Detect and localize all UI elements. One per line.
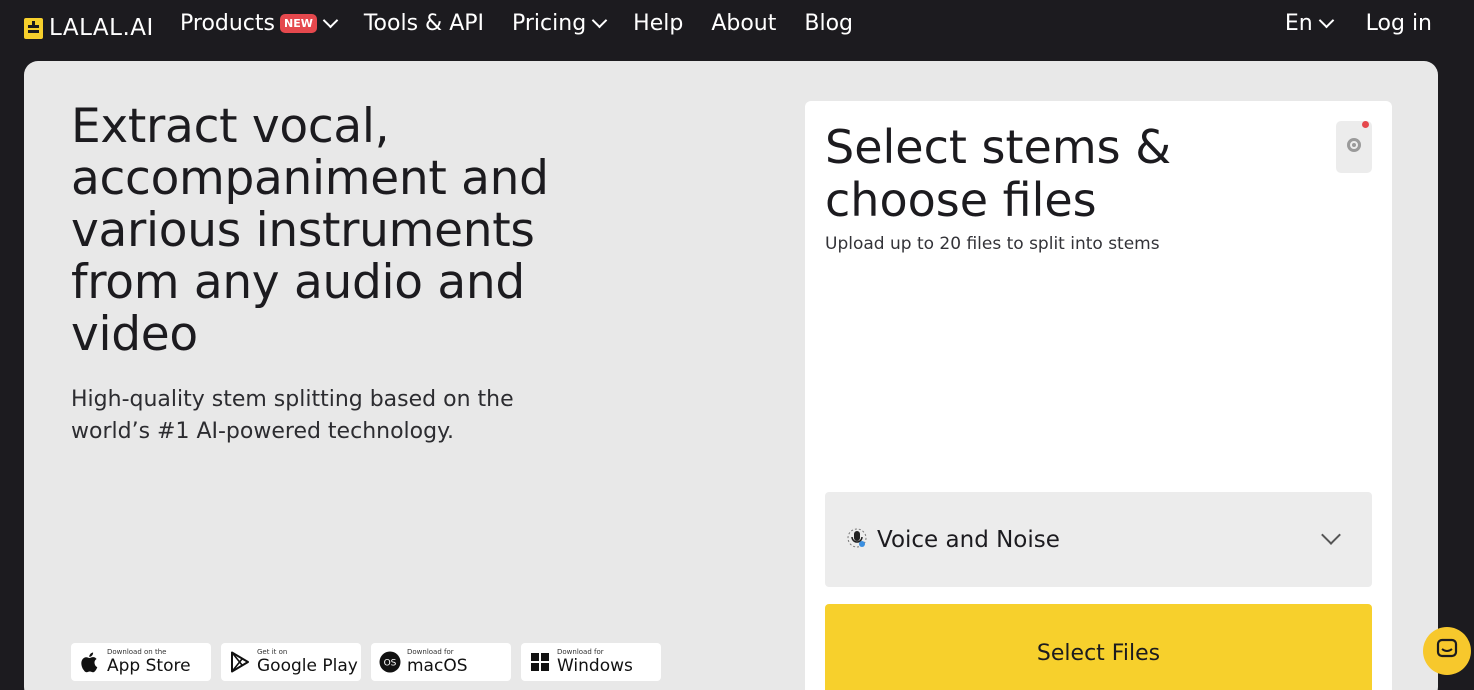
logo-text: LALAL.AI <box>49 15 154 41</box>
settings-button[interactable] <box>1336 121 1372 173</box>
store-small-text: Get it on <box>257 648 288 656</box>
select-files-button[interactable]: Select Files <box>825 604 1372 690</box>
chevron-down-icon <box>1318 12 1334 29</box>
nav-pricing-label: Pricing <box>512 11 587 36</box>
stem-select-label: Voice and Noise <box>877 526 1060 553</box>
store-big-text: Windows <box>557 656 633 676</box>
store-badges: Download on the App Store Get it on Goog… <box>71 643 661 681</box>
store-big-text: Google Play <box>257 656 358 676</box>
store-big-text: App Store <box>107 656 191 676</box>
store-small-text: Download on the <box>107 648 167 656</box>
windows-icon <box>529 651 551 673</box>
notification-dot <box>1362 121 1369 128</box>
store-big-text: macOS <box>407 656 468 676</box>
google-play-icon <box>229 651 251 673</box>
store-small-text: Download for <box>407 648 454 656</box>
svg-text:OS: OS <box>384 659 397 669</box>
logo[interactable]: LALAL.AI <box>24 15 154 41</box>
panel-subtitle: Upload up to 20 files to split into stem… <box>825 234 1160 254</box>
chat-icon <box>1436 638 1458 664</box>
chat-button[interactable] <box>1423 627 1471 675</box>
logo-icon <box>24 17 43 39</box>
nav-menu: Products NEW Tools & API Pricing Help Ab… <box>180 11 881 36</box>
chevron-down-icon <box>1321 525 1341 545</box>
gear-icon <box>1345 136 1363 158</box>
hero-subtitle: High-quality stem splitting based on the… <box>71 387 514 444</box>
stem-type-select[interactable]: Voice and Noise <box>825 492 1372 587</box>
nav-blog[interactable]: Blog <box>804 11 853 36</box>
hero-title: Extract vocal, accompaniment and various… <box>71 99 549 362</box>
google-play-badge[interactable]: Get it on Google Play <box>221 643 361 681</box>
apple-icon <box>79 651 101 673</box>
new-badge: NEW <box>280 14 317 33</box>
nav-pricing[interactable]: Pricing <box>512 11 608 36</box>
store-small-text: Download for <box>557 648 604 656</box>
language-label: En <box>1284 11 1313 36</box>
language-selector[interactable]: En <box>1284 11 1334 36</box>
panel-title: Select stems & choose files <box>825 120 1172 227</box>
chevron-down-icon <box>322 12 339 29</box>
login-link[interactable]: Log in <box>1366 11 1432 36</box>
upload-panel: Select stems & choose files Upload up to… <box>805 101 1392 690</box>
nav-about[interactable]: About <box>711 11 776 36</box>
microphone-icon <box>845 526 869 554</box>
windows-badge[interactable]: Download for Windows <box>521 643 661 681</box>
nav-products[interactable]: Products NEW <box>180 11 339 36</box>
main-card: Extract vocal, accompaniment and various… <box>24 61 1438 690</box>
app-store-badge[interactable]: Download on the App Store <box>71 643 211 681</box>
top-nav: LALAL.AI Products NEW Tools & API Pricin… <box>0 0 1474 56</box>
chevron-down-icon <box>591 12 608 29</box>
nav-tools-api[interactable]: Tools & API <box>364 11 484 36</box>
macos-badge[interactable]: OS Download for macOS <box>371 643 511 681</box>
nav-products-label: Products <box>180 11 275 36</box>
nav-right: En Log in <box>1251 11 1432 36</box>
nav-help[interactable]: Help <box>633 11 683 36</box>
macos-icon: OS <box>379 651 401 673</box>
